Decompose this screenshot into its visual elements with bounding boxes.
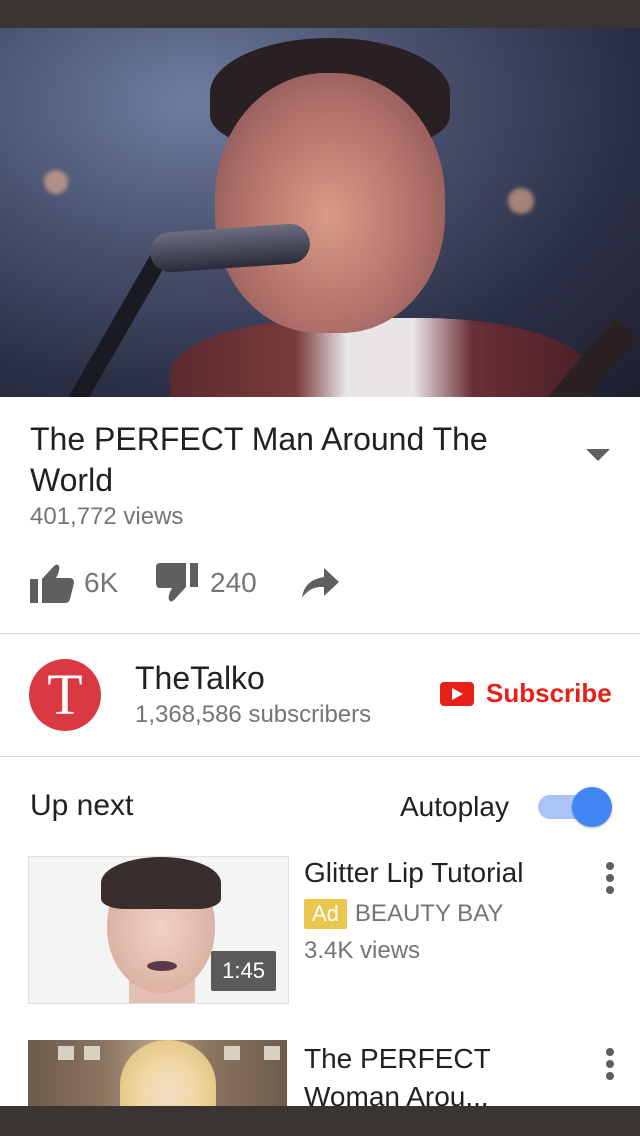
video-player[interactable] <box>0 28 640 397</box>
divider <box>0 633 640 634</box>
thumbnail-window <box>224 1046 240 1060</box>
youtube-play-icon <box>440 681 474 706</box>
thumbs-down-icon <box>156 563 198 602</box>
video-thumbnail[interactable]: 1:45 <box>28 856 289 1004</box>
suggested-video-title[interactable]: Glitter Lip Tutorial <box>304 857 564 889</box>
suggested-video-meta: Ad BEAUTY BAY <box>304 899 503 929</box>
share-button[interactable] <box>300 563 340 603</box>
thumbnail-lips <box>147 961 177 971</box>
suggested-video-channel: BEAUTY BAY <box>354 900 504 927</box>
video-thumbnail[interactable] <box>28 1040 287 1106</box>
up-next-heading: Up next <box>30 789 134 822</box>
bottom-bar <box>0 1106 640 1136</box>
ad-badge: Ad <box>304 899 347 929</box>
divider <box>0 756 640 757</box>
subscribe-label: Subscribe <box>486 678 612 708</box>
thumbs-up-icon <box>30 564 74 603</box>
thumbnail-face <box>120 1040 216 1106</box>
channel-avatar[interactable]: T <box>29 659 101 731</box>
thumbnail-window <box>84 1046 100 1060</box>
chevron-down-icon[interactable] <box>586 449 610 463</box>
more-vert-icon[interactable] <box>603 1045 617 1085</box>
video-performer-head <box>215 73 445 333</box>
thumbnail-hair <box>101 857 221 909</box>
channel-name[interactable]: TheTalko <box>135 660 265 697</box>
suggested-video-views: 3.4K views <box>304 937 421 964</box>
video-bokeh <box>508 188 534 214</box>
action-bar: 6K 240 <box>30 563 430 603</box>
video-duration: 1:45 <box>211 951 276 991</box>
video-title: The PERFECT Man Around The World <box>30 421 488 498</box>
suggested-video-title[interactable]: The PERFECT Woman Arou... <box>304 1040 574 1106</box>
autoplay-toggle[interactable] <box>538 787 612 827</box>
watch-panel: The PERFECT Man Around The World 401,772… <box>0 397 640 1106</box>
like-count: 6K <box>84 567 119 598</box>
dislike-button[interactable]: 240 <box>156 563 257 603</box>
thumbnail-window <box>264 1046 280 1060</box>
like-button[interactable]: 6K <box>30 563 118 603</box>
more-vert-icon[interactable] <box>603 859 617 899</box>
share-icon <box>302 568 339 598</box>
view-count: 401,772 views <box>30 503 184 530</box>
video-performer-body <box>170 318 590 397</box>
subscriber-count: 1,368,586 subscribers <box>135 701 372 728</box>
video-mic-stand <box>61 253 167 397</box>
status-bar <box>0 0 640 28</box>
toggle-knob <box>572 787 612 827</box>
video-bokeh <box>44 170 68 194</box>
autoplay-label: Autoplay <box>400 791 509 822</box>
dislike-count: 240 <box>210 567 257 598</box>
subscribe-button[interactable]: Subscribe <box>440 678 612 709</box>
thumbnail-window <box>58 1046 74 1060</box>
